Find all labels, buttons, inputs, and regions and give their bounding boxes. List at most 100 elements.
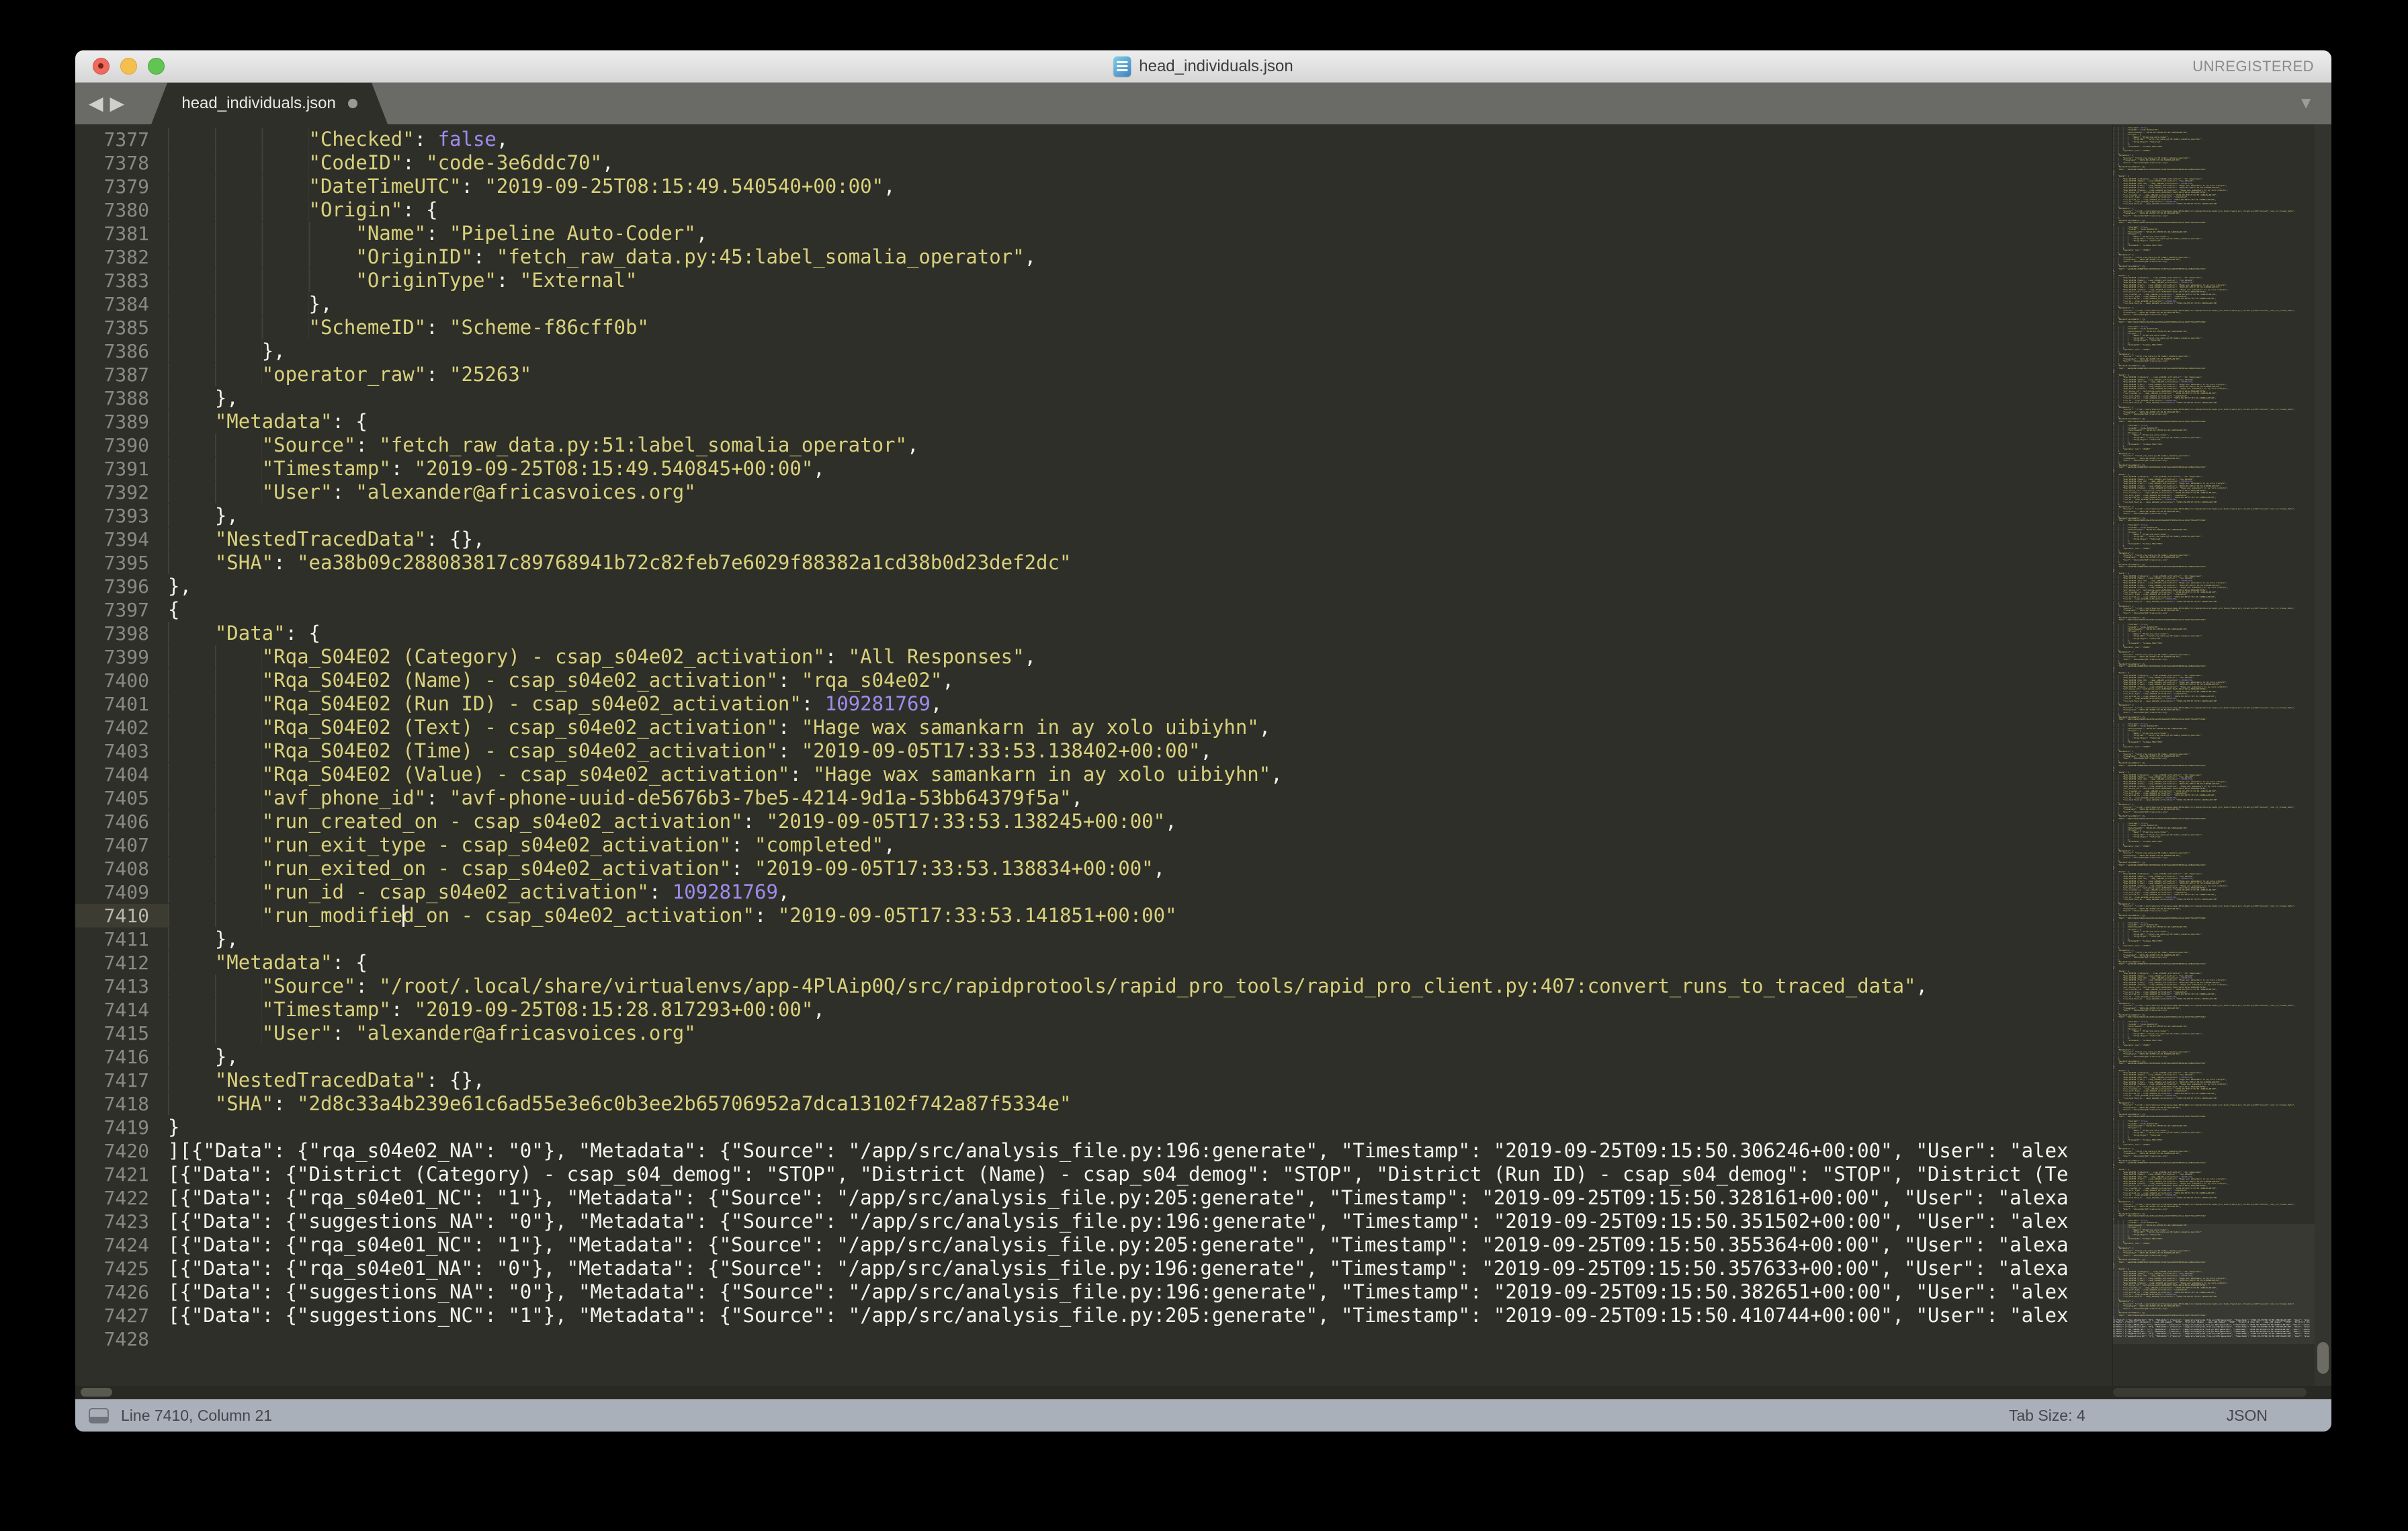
code-text[interactable]: "SHA": "ea38b09c288083817c89768941b72c82… [168,551,2112,575]
code-text[interactable]: }, [168,386,2112,410]
code-line[interactable]: 7411 }, [75,927,2112,951]
code-line[interactable]: 7407 "run_exit_type - csap_s04e02_activa… [75,833,2112,857]
code-text[interactable]: [{"Data": {"suggestions_NA": "0"}, "Meta… [168,1280,2112,1304]
code-text[interactable]: { [168,598,2112,622]
line-number[interactable]: 7380 [75,198,168,222]
code-line[interactable]: 7381 "Name": "Pipeline Auto-Coder", [75,222,2112,245]
code-text[interactable]: "run_id - csap_s04e02_activation": 10928… [168,880,2112,904]
code-line[interactable]: 7409 "run_id - csap_s04e02_activation": … [75,880,2112,904]
code-text[interactable]: "run_exited_on - csap_s04e02_activation"… [168,857,2112,880]
code-text[interactable]: }, [168,927,2112,951]
code-text[interactable]: "operator_raw": "25263" [168,363,2112,386]
line-number[interactable]: 7382 [75,245,168,269]
code-text[interactable]: "Timestamp": "2019-09-25T08:15:28.817293… [168,998,2112,1022]
code-text[interactable]: "SchemeID": "Scheme-f86cff0b" [168,316,2112,339]
code-text[interactable]: "Source": "/root/.local/share/virtualenv… [168,975,2112,998]
code-view[interactable]: 7377 "Checked": false,7378 "CodeID": "co… [75,124,2112,1386]
code-text[interactable]: "Name": "Pipeline Auto-Coder", [168,222,2112,245]
back-arrow-icon[interactable]: ◀ [89,94,103,113]
code-line[interactable]: 7428 [75,1327,2112,1351]
code-line[interactable]: 7421[{"Data": {"District (Category) - cs… [75,1163,2112,1186]
code-line[interactable]: 7377 "Checked": false, [75,128,2112,151]
code-line[interactable]: 7388 }, [75,386,2112,410]
line-number[interactable]: 7421 [75,1163,168,1186]
line-number[interactable]: 7416 [75,1045,168,1069]
code-line[interactable]: 7406 "run_created_on - csap_s04e02_activ… [75,810,2112,833]
code-line[interactable]: 7386 }, [75,339,2112,363]
code-line[interactable]: 7410 "run_modified_on - csap_s04e02_acti… [75,904,2112,927]
code-line[interactable]: 7414 "Timestamp": "2019-09-25T08:15:28.8… [75,998,2112,1022]
code-text[interactable]: "Rqa_S04E02 (Name) - csap_s04e02_activat… [168,669,2112,692]
line-number[interactable]: 7414 [75,998,168,1022]
line-number[interactable]: 7400 [75,669,168,692]
code-text[interactable]: }, [168,339,2112,363]
code-text[interactable]: "run_exit_type - csap_s04e02_activation"… [168,833,2112,857]
tab-overflow-dropdown-icon[interactable]: ▼ [2298,83,2314,124]
line-number[interactable]: 7391 [75,457,168,481]
code-text[interactable]: "DateTimeUTC": "2019-09-25T08:15:49.5405… [168,175,2112,198]
code-line[interactable]: 7402 "Rqa_S04E02 (Text) - csap_s04e02_ac… [75,716,2112,739]
line-number[interactable]: 7385 [75,316,168,339]
code-line[interactable]: 7425[{"Data": {"rqa_s04e01_NA": "0"}, "M… [75,1257,2112,1280]
code-line[interactable]: 7416 }, [75,1045,2112,1069]
code-line[interactable]: 7415 "User": "alexander@africasvoices.or… [75,1022,2112,1045]
code-line[interactable]: 7378 "CodeID": "code-3e6ddc70", [75,151,2112,175]
line-number[interactable]: 7409 [75,880,168,904]
code-line[interactable]: 7418 "SHA": "2d8c33a4b239e61c6ad55e3e6c0… [75,1092,2112,1116]
line-number[interactable]: 7389 [75,410,168,433]
line-number[interactable]: 7396 [75,575,168,598]
line-number[interactable]: 7402 [75,716,168,739]
code-line[interactable]: 7379 "DateTimeUTC": "2019-09-25T08:15:49… [75,175,2112,198]
line-number[interactable]: 7393 [75,504,168,528]
code-line[interactable]: 7387 "operator_raw": "25263" [75,363,2112,386]
code-text[interactable]: [{"Data": {"rqa_s04e01_NA": "0"}, "Metad… [168,1257,2112,1280]
line-number[interactable]: 7422 [75,1186,168,1210]
code-text[interactable]: "run_created_on - csap_s04e02_activation… [168,810,2112,833]
code-text[interactable]: "Rqa_S04E02 (Value) - csap_s04e02_activa… [168,763,2112,786]
code-text[interactable]: "Origin": { [168,198,2112,222]
forward-arrow-icon[interactable]: ▶ [110,94,125,113]
code-text[interactable]: "User": "alexander@africasvoices.org" [168,481,2112,504]
line-number[interactable]: 7419 [75,1116,168,1139]
code-line[interactable]: 7398 "Data": { [75,622,2112,645]
zoom-button[interactable] [148,58,165,75]
code-line[interactable]: 7382 "OriginID": "fetch_raw_data.py:45:l… [75,245,2112,269]
line-number[interactable]: 7384 [75,292,168,316]
code-line[interactable]: 7403 "Rqa_S04E02 (Time) - csap_s04e02_ac… [75,739,2112,763]
code-text[interactable]: } [168,1116,2112,1139]
line-number[interactable]: 7388 [75,386,168,410]
code-text[interactable]: "NestedTracedData": {}, [168,528,2112,551]
code-text[interactable]: "Rqa_S04E02 (Text) - csap_s04e02_activat… [168,716,2112,739]
code-line[interactable]: 7389 "Metadata": { [75,410,2112,433]
minimap[interactable]: "Checked": false, "CodeID": "code-3e6ddc… [2112,124,2315,1386]
code-line[interactable]: 7424[{"Data": {"rqa_s04e01_NC": "1"}, "M… [75,1233,2112,1257]
code-text[interactable]: "CodeID": "code-3e6ddc70", [168,151,2112,175]
code-line[interactable]: 7405 "avf_phone_id": "avf-phone-uuid-de5… [75,786,2112,810]
code-text[interactable]: [{"Data": {"rqa_s04e01_NC": "1"}, "Metad… [168,1233,2112,1257]
line-number[interactable]: 7413 [75,975,168,998]
code-text[interactable]: "Rqa_S04E02 (Run ID) - csap_s04e02_activ… [168,692,2112,716]
code-text[interactable]: "Rqa_S04E02 (Category) - csap_s04e02_act… [168,645,2112,669]
panel-toggle-icon[interactable] [89,1408,109,1423]
line-number[interactable]: 7428 [75,1327,168,1351]
minimap-viewport[interactable] [2113,1224,2315,1344]
code-text[interactable]: }, [168,575,2112,598]
code-line[interactable]: 7383 "OriginType": "External" [75,269,2112,292]
line-number[interactable]: 7381 [75,222,168,245]
line-number[interactable]: 7418 [75,1092,168,1116]
line-number[interactable]: 7405 [75,786,168,810]
line-number[interactable]: 7394 [75,528,168,551]
tab-size-indicator[interactable]: Tab Size: 4 [2009,1407,2086,1425]
code-line[interactable]: 7420][{"Data": {"rqa_s04e02_NA": "0"}, "… [75,1139,2112,1163]
code-line[interactable]: 7426[{"Data": {"suggestions_NA": "0"}, "… [75,1280,2112,1304]
line-number[interactable]: 7395 [75,551,168,575]
code-text[interactable]: }, [168,292,2112,316]
line-number[interactable]: 7398 [75,622,168,645]
line-number[interactable]: 7407 [75,833,168,857]
code-line[interactable]: 7413 "Source": "/root/.local/share/virtu… [75,975,2112,998]
line-number[interactable]: 7378 [75,151,168,175]
code-text[interactable]: [{"Data": {"suggestions_NA": "0"}, "Meta… [168,1210,2112,1233]
code-line[interactable]: 7393 }, [75,504,2112,528]
code-text[interactable]: "NestedTracedData": {}, [168,1069,2112,1092]
line-number[interactable]: 7424 [75,1233,168,1257]
